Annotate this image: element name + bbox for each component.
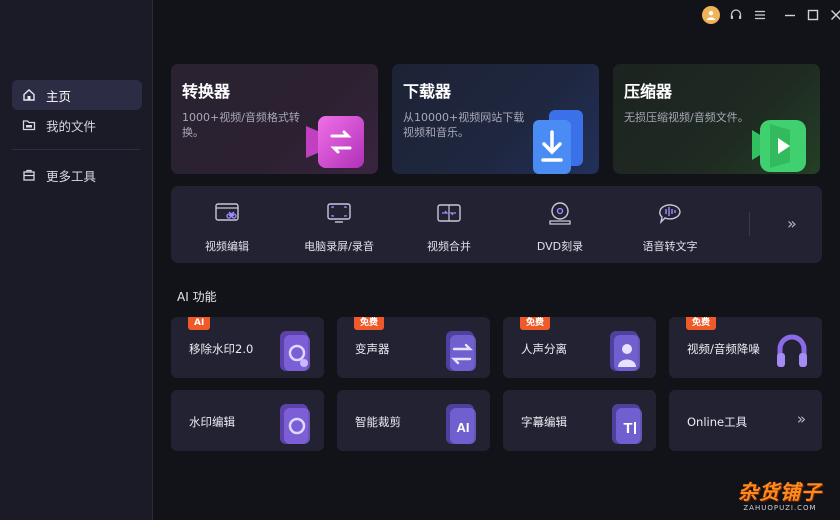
tool-label: 视频合并 xyxy=(427,240,471,253)
ai-card-voice-changer[interactable]: 免费 变声器 xyxy=(337,317,490,378)
ai-badge: AI xyxy=(188,317,211,330)
sidebar-item-label: 更多工具 xyxy=(46,168,97,184)
sidebar-item-label: 我的文件 xyxy=(46,118,97,134)
close-icon[interactable] xyxy=(826,5,840,25)
tool-label: 视频编辑 xyxy=(205,240,249,253)
ai-card-smart-crop[interactable]: 智能裁剪 AI xyxy=(337,390,490,451)
avatar-icon[interactable] xyxy=(702,6,720,24)
merge-icon xyxy=(437,204,461,222)
vocal-separation-icon xyxy=(610,331,640,371)
headset-icon[interactable] xyxy=(726,5,746,25)
ai-section-title: AI 功能 xyxy=(177,290,217,304)
maximize-icon[interactable] xyxy=(803,5,823,25)
sidebar-item-my-files[interactable]: 我的文件 xyxy=(12,110,142,140)
card-title: 转换器 xyxy=(182,82,231,101)
tool-screen-record[interactable]: 电脑录屏/录音 xyxy=(289,200,389,254)
svg-text:T: T xyxy=(623,420,632,437)
ai-card-remove-watermark[interactable]: AI 移除水印2.0 xyxy=(171,317,324,378)
ai-card-online-tools[interactable]: Online工具 » xyxy=(669,390,822,451)
ai-card-label: 字幕编辑 xyxy=(521,415,567,429)
downloader-card[interactable]: 下载器 从10000+视频网站下载视频和音乐。 xyxy=(392,64,599,174)
tool-dvd-burn[interactable]: DVD刻录 xyxy=(510,200,610,254)
sidebar-item-label: 主页 xyxy=(46,88,72,104)
home-icon xyxy=(22,88,36,102)
free-badge: 免费 xyxy=(520,317,551,330)
tools-divider xyxy=(749,212,750,236)
noise-reduction-icon xyxy=(777,334,807,367)
watermark-remove-icon xyxy=(280,331,310,371)
ai-card-label: 移除水印2.0 xyxy=(189,342,254,356)
dvd-icon xyxy=(549,202,571,225)
tool-merge[interactable]: 视频合并 xyxy=(399,200,499,254)
chevron-right-icon: » xyxy=(796,410,806,428)
card-title: 下载器 xyxy=(403,82,452,101)
ai-card-label: 视频/音频降噪 xyxy=(687,342,760,356)
compressor-card[interactable]: 压缩器 无损压缩视频/音频文件。 xyxy=(613,64,820,174)
toolbox-icon xyxy=(22,168,36,182)
ai-card-label: 水印编辑 xyxy=(189,415,235,429)
video-edit-icon xyxy=(215,203,239,221)
ai-card-noise-reduction[interactable]: 免费 视频/音频降噪 xyxy=(669,317,822,378)
subtitle-edit-icon: T xyxy=(612,404,642,444)
tool-label: 语音转文字 xyxy=(642,240,698,253)
download-icon xyxy=(533,110,583,174)
watermark-edit-icon xyxy=(280,404,310,444)
card-description: 无损压缩视频/音频文件。 xyxy=(624,111,749,124)
free-badge: 免费 xyxy=(354,317,385,330)
tools-bar: 视频编辑 电脑录屏/录音 视频合并 DVD刻录 语音转文字 » xyxy=(171,186,822,263)
chevron-right-icon[interactable]: » xyxy=(787,214,797,233)
ai-card-subtitle-edit[interactable]: 字幕编辑 T xyxy=(503,390,656,451)
tool-label: 电脑录屏/录音 xyxy=(304,240,374,253)
speech-text-icon xyxy=(659,204,681,224)
ai-card-label: 人声分离 xyxy=(521,342,567,356)
sidebar-item-home[interactable]: 主页 xyxy=(12,80,142,110)
card-title: 压缩器 xyxy=(624,82,673,101)
ai-card-vocal-separation[interactable]: 免费 人声分离 xyxy=(503,317,656,378)
tool-speech-to-text[interactable]: 语音转文字 xyxy=(620,200,720,254)
screen-record-icon xyxy=(327,203,351,223)
voice-changer-icon xyxy=(446,331,476,371)
tool-label: DVD刻录 xyxy=(536,240,584,253)
sidebar-item-more-tools[interactable]: 更多工具 xyxy=(12,160,142,190)
watermark-text: 杂货铺子 xyxy=(738,480,822,504)
sidebar: 主页 我的文件 更多工具 xyxy=(0,0,153,520)
menu-icon[interactable] xyxy=(750,5,770,25)
convert-icon xyxy=(306,116,364,168)
converter-card[interactable]: 转换器 1000+视频/音频格式转换。 xyxy=(171,64,378,174)
compress-icon xyxy=(752,120,806,172)
site-watermark: 杂货铺子 ZAHUOPUZI.COM xyxy=(738,476,822,512)
minimize-icon[interactable] xyxy=(780,5,800,25)
ai-card-label: 智能裁剪 xyxy=(355,415,401,429)
ai-card-label: Online工具 xyxy=(687,415,748,429)
tool-video-edit[interactable]: 视频编辑 xyxy=(177,200,277,254)
title-bar xyxy=(680,0,840,30)
card-description: 1000+视频/音频格式转换。 xyxy=(182,111,300,139)
card-description: 从10000+视频网站下载视频和音乐。 xyxy=(403,111,525,139)
folder-icon xyxy=(22,118,36,132)
smart-crop-icon: AI xyxy=(446,404,476,444)
ai-card-label: 变声器 xyxy=(355,342,390,356)
watermark-url: ZAHUOPUZI.COM xyxy=(743,504,817,512)
svg-text:AI: AI xyxy=(457,420,470,435)
main-area: 转换器 1000+视频/音频格式转换。 下载器 从10000+视频网站下载视频和… xyxy=(153,0,840,520)
ai-card-watermark-edit[interactable]: 水印编辑 xyxy=(171,390,324,451)
free-badge: 免费 xyxy=(686,317,717,330)
sidebar-divider xyxy=(12,149,140,150)
